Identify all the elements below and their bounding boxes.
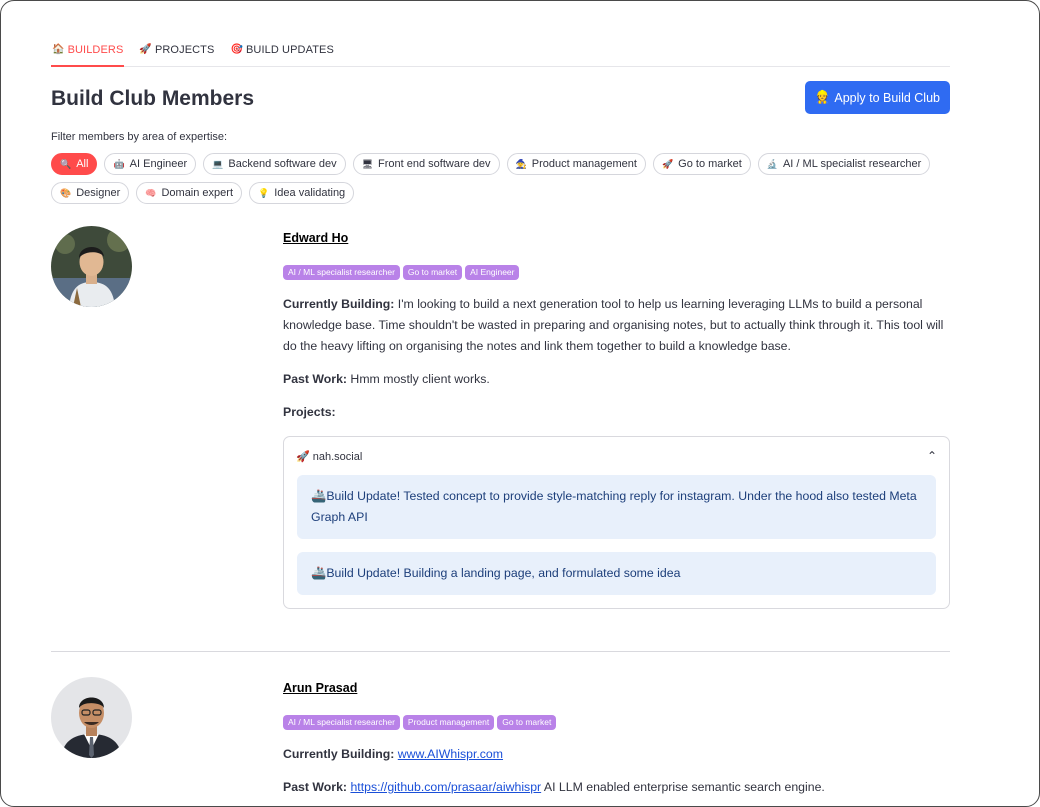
app-window: 🏠 BUILDERS 🚀 PROJECTS 🎯 BUILD UPDATES Bu… xyxy=(0,0,1040,807)
expertise-filter-chips: 🔍 All 🤖 AI Engineer 💻 Backend software d… xyxy=(51,153,950,204)
chip-label: Domain expert xyxy=(161,187,234,199)
palette-icon: 🎨 xyxy=(60,187,72,198)
filter-chip-backend-dev[interactable]: 💻 Backend software dev xyxy=(203,153,346,175)
past-work: Past Work: https://github.com/prasaar/ai… xyxy=(283,777,950,798)
expertise-tag: AI / ML specialist researcher xyxy=(283,265,400,280)
project-name: nah.social xyxy=(312,450,363,463)
build-update-text: Build Update! Tested concept to provide … xyxy=(311,489,917,524)
chip-label: AI / ML specialist researcher xyxy=(782,158,922,170)
member-card-edward-ho: Edward Ho AI / ML specialist researcher … xyxy=(283,229,950,423)
tab-projects[interactable]: 🚀 PROJECTS xyxy=(138,41,215,67)
projects-heading: Projects: xyxy=(283,402,950,423)
past-work: Past Work: Hmm mostly client works. xyxy=(283,369,950,390)
filter-chip-domain-expert[interactable]: 🧠 Domain expert xyxy=(136,182,243,204)
robot-icon: 🤖 xyxy=(113,158,125,169)
project-expander-header[interactable]: 🚀 nah.social ⌃ xyxy=(284,437,949,475)
desktop-icon: 🖥 xyxy=(361,158,374,169)
currently-building-label: Currently Building: xyxy=(283,297,395,311)
tab-label: BUILDERS xyxy=(67,44,124,56)
currently-building-link[interactable]: www.AIWhispr.com xyxy=(398,747,503,761)
currently-building-label: Currently Building: xyxy=(283,747,395,761)
expertise-tag: AI / ML specialist researcher xyxy=(283,715,400,730)
past-work-label: Past Work: xyxy=(283,780,348,794)
rocket-icon: 🚀 xyxy=(661,158,674,169)
apply-button-label: Apply to Build Club xyxy=(834,90,940,105)
avatar-arun-prasad xyxy=(51,677,132,758)
projects-label: Projects: xyxy=(283,405,336,419)
expertise-tag: Go to market xyxy=(497,715,557,730)
microscope-icon: 🔬 xyxy=(766,158,778,169)
member-tags: AI / ML specialist researcher Product ma… xyxy=(283,715,950,730)
past-work-text: Hmm mostly client works. xyxy=(347,372,490,386)
filter-chip-product-management[interactable]: 🧙 Product management xyxy=(506,153,646,175)
construction-worker-icon: 👷 xyxy=(814,90,831,104)
ship-icon: 🚢 xyxy=(311,489,327,503)
filter-chip-ai-ml-researcher[interactable]: 🔬 AI / ML specialist researcher xyxy=(757,153,931,175)
member-name-link[interactable]: Edward Ho xyxy=(283,231,348,245)
member-name-link[interactable]: Arun Prasad xyxy=(283,681,357,695)
expertise-tag: Go to market xyxy=(402,265,463,280)
build-update-card: 🚢Build Update! Building a landing page, … xyxy=(297,552,936,595)
page-title: Build Club Members xyxy=(51,87,255,110)
avatar-photo xyxy=(51,226,132,307)
past-work-link[interactable]: https://github.com/prasaar/aiwhispr xyxy=(350,780,541,794)
chip-label: Backend software dev xyxy=(228,158,337,170)
filter-chip-go-to-market[interactable]: 🚀 Go to market xyxy=(652,153,751,175)
member-divider xyxy=(51,651,950,652)
tab-bar: 🏠 BUILDERS 🚀 PROJECTS 🎯 BUILD UPDATES xyxy=(51,41,950,67)
chevron-up-icon[interactable]: ⌃ xyxy=(927,449,937,463)
chip-label: Idea validating xyxy=(274,187,346,199)
build-update-text: Build Update! Building a landing page, a… xyxy=(326,566,681,580)
filter-chip-ai-engineer[interactable]: 🤖 AI Engineer xyxy=(104,153,197,175)
filter-chip-idea-validating[interactable]: 💡 Idea validating xyxy=(249,182,355,204)
filter-chip-designer[interactable]: 🎨 Designer xyxy=(51,182,130,204)
chip-label: Product management xyxy=(531,158,637,170)
expertise-tag: Product management xyxy=(402,715,495,730)
expertise-tag: AI Engineer xyxy=(465,265,520,280)
chip-label: Designer xyxy=(76,187,121,199)
filter-label: Filter members by area of expertise: xyxy=(51,131,228,143)
tab-build-updates[interactable]: 🎯 BUILD UPDATES xyxy=(229,41,334,67)
past-work-text: AI LLM enabled enterprise semantic searc… xyxy=(541,780,825,794)
wizard-icon: 🧙 xyxy=(515,158,527,169)
currently-building: Currently Building: I'm looking to build… xyxy=(283,294,950,357)
house-icon: 🏠 xyxy=(52,44,65,55)
laptop-icon: 💻 xyxy=(212,158,224,169)
ship-icon: 🚢 xyxy=(311,566,327,580)
apply-to-build-club-button[interactable]: 👷 Apply to Build Club xyxy=(804,81,950,114)
tab-label: BUILD UPDATES xyxy=(246,44,334,56)
currently-building: Currently Building: www.AIWhispr.com xyxy=(283,744,950,765)
project-title: 🚀 nah.social xyxy=(296,450,362,463)
chip-label: Go to market xyxy=(678,158,742,170)
chip-label: All xyxy=(76,158,89,170)
build-update-card: 🚢Build Update! Tested concept to provide… xyxy=(297,475,936,539)
project-expander: 🚀 nah.social ⌃ 🚢Build Update! Tested con… xyxy=(283,436,950,609)
tab-label: PROJECTS xyxy=(154,44,215,56)
avatar-photo xyxy=(51,677,132,758)
rocket-icon: 🚀 xyxy=(296,450,310,463)
target-icon: 🎯 xyxy=(230,44,243,55)
tab-builders[interactable]: 🏠 BUILDERS xyxy=(51,41,125,67)
rocket-icon: 🚀 xyxy=(139,44,152,55)
chip-label: Front end software dev xyxy=(378,158,491,170)
member-tags: AI / ML specialist researcher Go to mark… xyxy=(283,265,950,280)
past-work-label: Past Work: xyxy=(283,372,348,386)
brain-icon: 🧠 xyxy=(145,187,157,198)
lightbulb-icon: 💡 xyxy=(258,187,270,198)
member-card-arun-prasad: Arun Prasad AI / ML specialist researche… xyxy=(283,679,950,798)
filter-chip-frontend-dev[interactable]: 🖥 Front end software dev xyxy=(352,153,500,175)
filter-chip-all[interactable]: 🔍 All xyxy=(51,153,98,175)
magnifier-icon: 🔍 xyxy=(60,158,72,169)
avatar-edward-ho xyxy=(51,226,132,307)
chip-label: AI Engineer xyxy=(129,158,188,170)
